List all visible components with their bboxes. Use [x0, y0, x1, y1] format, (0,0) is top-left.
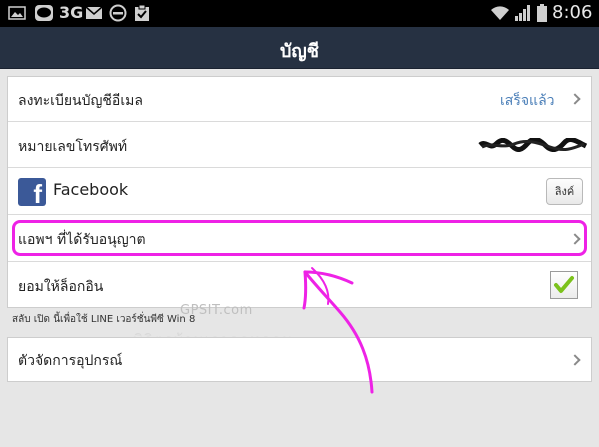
status-bar: 3G 8:06: [0, 0, 599, 27]
phone-number-row[interactable]: หมายเลขโทรศัพท์: [8, 122, 591, 168]
authorized-apps-label: แอพฯ ที่ได้รับอนุญาต: [18, 232, 146, 248]
do-not-disturb-icon: [109, 4, 127, 22]
allow-login-checkbox[interactable]: [550, 271, 578, 299]
account-settings-card: ลงทะเบียนบัญชีอีเมล เสร็จแล้ว หมายเลขโทร…: [7, 76, 592, 308]
signal-icon: [515, 5, 530, 21]
wifi-icon: [491, 6, 509, 21]
email-registration-label: ลงทะเบียนบัญชีอีเมล: [18, 93, 143, 109]
device-manager-row[interactable]: ตัวจัดการอุปกรณ์: [8, 338, 591, 381]
email-registration-row[interactable]: ลงทะเบียนบัญชีอีเมล เสร็จแล้ว: [8, 77, 591, 122]
clock: 8:06: [552, 2, 593, 23]
check-icon: [554, 276, 574, 293]
facebook-label: Facebook: [53, 180, 129, 199]
facebook-row: f Facebook ลิงค์: [8, 168, 591, 215]
device-manager-label: ตัวจัดการอุปกรณ์: [18, 353, 123, 369]
title-bar: บัญชี: [0, 27, 599, 69]
chevron-right-icon: [569, 93, 581, 105]
chevron-right-icon: [569, 354, 581, 366]
network-type: 3G: [59, 3, 84, 22]
image-icon: [8, 6, 26, 20]
battery-icon: [537, 4, 547, 22]
email-status-value: เสร็จแล้ว: [500, 93, 555, 109]
allow-login-label: ยอมให้ล็อกอิน: [18, 279, 104, 295]
clipboard-check-icon: [135, 4, 149, 21]
facebook-link-button[interactable]: ลิงค์: [546, 178, 583, 205]
redacted-phone-number: [478, 138, 588, 152]
facebook-logo-icon: f: [18, 178, 46, 206]
phone-number-label: หมายเลขโทรศัพท์: [18, 139, 128, 155]
device-manager-card: ตัวจัดการอุปกรณ์: [7, 337, 592, 382]
page-title: บัญชี: [280, 41, 319, 62]
mail-icon: [85, 6, 103, 19]
line-app-icon: [35, 5, 53, 21]
allow-login-row[interactable]: ยอมให้ล็อกอิน: [8, 262, 591, 308]
authorized-apps-row[interactable]: แอพฯ ที่ได้รับอนุญาต: [8, 215, 591, 262]
pc-login-hint: สลับ เปิด นี้เพื่อใช้ LINE เวอร์ชั่นพีซี…: [12, 314, 196, 325]
